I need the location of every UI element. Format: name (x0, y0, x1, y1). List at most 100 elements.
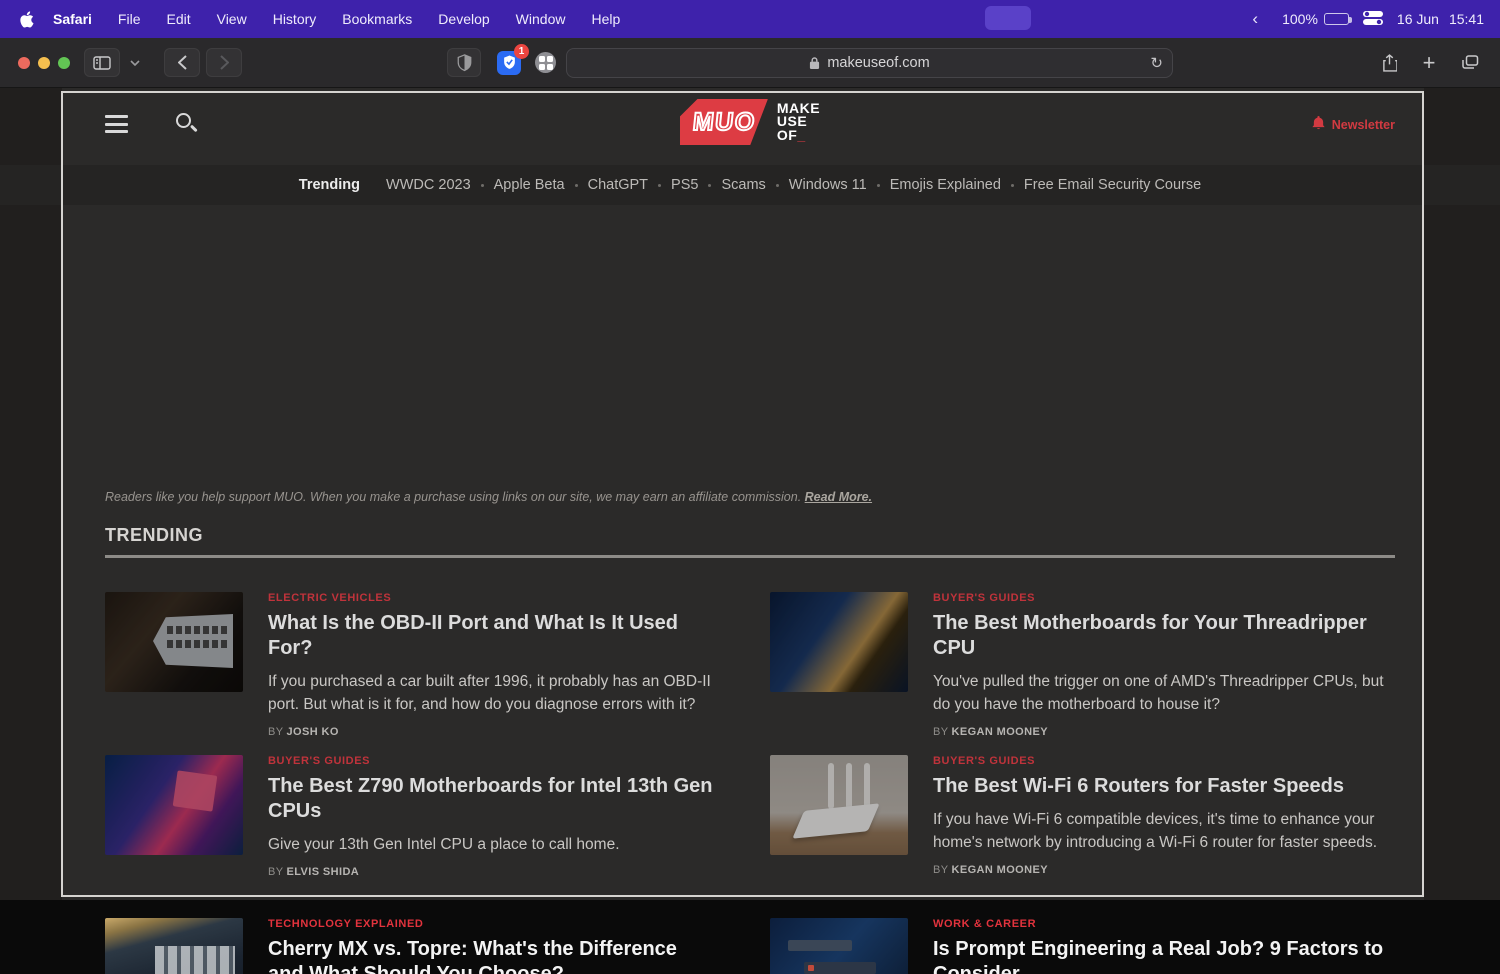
hamburger-menu-icon[interactable] (105, 115, 128, 138)
muo-logo[interactable]: MUO MAKE USE OF_ (679, 99, 821, 145)
thumb-decor (167, 626, 229, 656)
menubar-clock[interactable]: 16 Jun 15:41 (1397, 11, 1484, 27)
trending-nav-label: Trending (298, 177, 361, 193)
nav-separator-dot (1010, 183, 1014, 187)
zoom-window-button[interactable] (58, 56, 70, 69)
menubar-item-bookmarks[interactable]: Bookmarks (342, 11, 412, 27)
nav-link-apple-beta[interactable]: Apple Beta (494, 177, 565, 193)
muo-logo-wordmark: MAKE USE OF_ (776, 99, 821, 143)
menubar-item-view[interactable]: View (217, 11, 247, 27)
article-card: BUYER'S GUIDES The Best Wi-Fi 6 Routers … (770, 755, 1392, 876)
article-thumbnail[interactable] (105, 918, 243, 974)
article-thumbnail[interactable] (105, 592, 243, 692)
nav-separator-dot (480, 183, 484, 187)
thumb-decor (792, 803, 880, 839)
nav-link-email-security-course[interactable]: Free Email Security Course (1024, 177, 1201, 193)
sidebar-toggle-button[interactable] (84, 48, 120, 77)
reload-icon[interactable]: ↻ (1150, 54, 1163, 72)
menubar-item-history[interactable]: History (273, 11, 317, 27)
newsletter-link[interactable]: Newsletter (1312, 116, 1395, 133)
adguard-extension-icon[interactable]: 1 (497, 43, 529, 75)
date-label: 16 Jun (1396, 11, 1439, 27)
affiliate-disclaimer: Readers like you help support MUO. When … (105, 490, 873, 504)
article-thumbnail[interactable] (105, 755, 243, 855)
new-tab-button[interactable]: + (1412, 48, 1446, 77)
apple-icon[interactable] (20, 10, 35, 28)
tab-overview-button[interactable] (1452, 48, 1488, 77)
nav-separator-dot (876, 183, 880, 187)
article-title[interactable]: The Best Z790 Motherboards for Intel 13t… (268, 774, 715, 824)
forward-button[interactable] (206, 48, 242, 77)
article-category[interactable]: BUYER'S GUIDES (268, 755, 715, 767)
menubar-item-edit[interactable]: Edit (166, 11, 190, 27)
menubar-highlight (985, 6, 1031, 30)
article-byline: BY ELVIS SHIDA (268, 866, 360, 878)
article-byline: BY KEGAN MOONEY (933, 864, 1048, 876)
article-title[interactable]: The Best Motherboards for Your Threadrip… (933, 611, 1392, 661)
article-excerpt: If you have Wi-Fi 6 compatible devices, … (933, 811, 1378, 851)
thumb-decor (804, 962, 876, 974)
article-card: TECHNOLOGY EXPLAINED Cherry MX vs. Topre… (105, 918, 715, 974)
nav-link-emojis-explained[interactable]: Emojis Explained (890, 177, 1001, 193)
nav-separator-dot (574, 183, 578, 187)
battery-icon (1323, 13, 1352, 25)
time-label: 15:41 (1448, 11, 1484, 27)
minimize-window-button[interactable] (38, 56, 50, 69)
nav-link-ps5[interactable]: PS5 (671, 177, 698, 193)
safari-toolbar: 1 makeuseof.com ↻ + (0, 38, 1500, 88)
nav-link-chatgpt[interactable]: ChatGPT (588, 177, 648, 193)
control-center-icon[interactable] (1362, 10, 1383, 28)
share-button[interactable] (1372, 48, 1406, 77)
article-title[interactable]: Cherry MX vs. Topre: What's the Differen… (268, 937, 715, 974)
article-card: WORK & CAREER Is Prompt Engineering a Re… (770, 918, 1392, 974)
trending-nav: Trending WWDC 2023 Apple Beta ChatGPT PS… (0, 165, 1500, 205)
muo-logo-mark: MUO (679, 99, 768, 145)
article-excerpt: Give your 13th Gen Intel CPU a place to … (268, 836, 620, 853)
page-margin-left (0, 88, 62, 900)
privacy-shield-extension-icon[interactable] (447, 48, 481, 77)
article-category[interactable]: ELECTRIC VEHICLES (268, 592, 715, 604)
article-card: BUYER'S GUIDES The Best Z790 Motherboard… (105, 755, 715, 878)
article-card: ELECTRIC VEHICLES What Is the OBD-II Por… (105, 592, 715, 738)
nav-separator-dot (775, 183, 779, 187)
newsletter-label: Newsletter (1331, 117, 1395, 132)
article-thumbnail[interactable] (770, 592, 908, 692)
article-category[interactable]: TECHNOLOGY EXPLAINED (268, 918, 715, 930)
sidebar-chevron-down-icon[interactable] (126, 48, 144, 77)
article-thumbnail[interactable] (770, 918, 908, 974)
menubar-item-develop[interactable]: Develop (438, 11, 489, 27)
section-title: TRENDING (105, 525, 203, 545)
article-category[interactable]: BUYER'S GUIDES (933, 592, 1392, 604)
nav-separator-dot (708, 183, 712, 187)
thumb-decor (808, 965, 814, 971)
url-text: makeuseof.com (827, 54, 930, 71)
article-category[interactable]: WORK & CAREER (933, 918, 1392, 930)
nav-link-scams[interactable]: Scams (721, 177, 765, 193)
thumb-decor (172, 770, 218, 812)
article-byline: BY KEGAN MOONEY (933, 726, 1048, 738)
menubar-item-help[interactable]: Help (591, 11, 620, 27)
article-title[interactable]: Is Prompt Engineering a Real Job? 9 Fact… (933, 937, 1392, 974)
article-thumbnail[interactable] (770, 755, 908, 855)
article-title[interactable]: What Is the OBD-II Port and What Is It U… (268, 611, 715, 661)
address-bar[interactable]: makeuseof.com ↻ (566, 47, 1173, 78)
back-button[interactable] (164, 48, 200, 77)
menubar-app-name[interactable]: Safari (53, 11, 92, 27)
menubar-item-window[interactable]: Window (516, 11, 566, 27)
bell-icon (1312, 116, 1325, 133)
article-card: BUYER'S GUIDES The Best Motherboards for… (770, 592, 1392, 738)
article-title[interactable]: The Best Wi-Fi 6 Routers for Faster Spee… (933, 774, 1392, 799)
read-more-link[interactable]: Read More. (805, 490, 872, 504)
article-category[interactable]: BUYER'S GUIDES (933, 755, 1392, 767)
menubar-item-file[interactable]: File (118, 11, 141, 27)
thumb-decor (155, 946, 235, 974)
nav-link-windows-11[interactable]: Windows 11 (789, 177, 867, 193)
page-margin-right (1424, 88, 1500, 900)
status-chevron-icon[interactable]: ‹ (1252, 9, 1258, 29)
extension-dots-icon[interactable] (535, 52, 556, 73)
nav-link-wwdc-2023[interactable]: WWDC 2023 (386, 177, 471, 193)
thumb-decor (846, 763, 852, 809)
battery-status[interactable]: 100% (1282, 11, 1352, 27)
search-icon[interactable] (176, 113, 200, 137)
close-window-button[interactable] (18, 56, 30, 69)
